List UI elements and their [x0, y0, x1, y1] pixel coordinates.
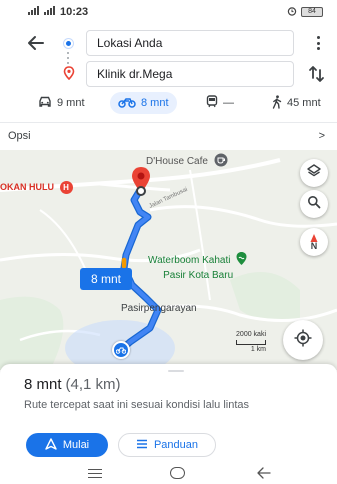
route-duration: 8 mnt [24, 376, 62, 393]
back-arrow-icon[interactable] [26, 33, 46, 53]
alarm-icon [287, 6, 297, 18]
options-row[interactable]: Opsi > [0, 122, 337, 148]
park-icon [235, 251, 248, 270]
map-view[interactable]: Jalan Tambusai D'House Cafe OKAN HULU H … [0, 150, 337, 370]
search-icon [307, 195, 321, 214]
route-summary: 8 mnt (4,1 km) [24, 376, 121, 393]
place-waterboom-label-2: Pasir Kota Baru [163, 270, 234, 281]
origin-input[interactable]: Lokasi Anda [86, 30, 294, 56]
scale-bottom-label: 1 km [250, 346, 266, 353]
place-hulu[interactable]: OKAN HULU H [0, 181, 73, 194]
compass-icon: N [310, 234, 318, 251]
mode-walk-label: 45 mnt [287, 97, 321, 109]
route-description: Rute tercepat saat ini sesuai kondisi la… [24, 399, 250, 411]
motorcycle-icon [118, 96, 136, 111]
mode-transit[interactable]: — [206, 92, 234, 114]
layers-button[interactable] [300, 159, 328, 187]
destination-pin-icon [62, 66, 76, 81]
compass-button[interactable]: N [300, 228, 328, 256]
mode-walk[interactable]: 45 mnt [272, 92, 321, 114]
start-navigation-label: Mulai [62, 439, 90, 451]
steps-label: Panduan [153, 439, 199, 451]
mode-car[interactable]: 9 mnt [38, 92, 85, 114]
origin-dot-icon [64, 39, 73, 48]
chevron-right-icon: > [318, 129, 325, 142]
layers-icon [306, 163, 322, 184]
list-icon [136, 439, 148, 452]
my-location-icon [294, 329, 312, 352]
destination-input[interactable]: Klinik dr.Mega [86, 61, 294, 87]
signal-icon-2 [44, 6, 56, 18]
system-nav-bar [0, 462, 337, 484]
route-end-dot [136, 186, 146, 196]
route-time-chip: 8 mnt [80, 268, 132, 290]
battery-icon: 84 [301, 7, 323, 17]
recent-apps-icon[interactable] [88, 469, 102, 478]
route-summary-sheet: 8 mnt (4,1 km) Rute tercepat saat ini ses… [0, 364, 337, 462]
status-bar: 10:23 84 [0, 0, 337, 24]
place-waterboom[interactable]: Waterboom Kahati Pasir Kota Baru [148, 251, 248, 282]
start-navigation-button[interactable]: Mulai [26, 433, 108, 457]
search-along-route-button[interactable] [300, 190, 328, 218]
navigation-arrow-icon [45, 437, 57, 453]
route-connector-icon [67, 52, 70, 64]
place-cafe[interactable]: D'House Cafe [146, 153, 228, 170]
steps-button[interactable]: Panduan [118, 433, 216, 457]
current-location-icon [112, 341, 130, 359]
home-icon[interactable] [170, 467, 185, 479]
map-scale: 2000 kaki 1 km [210, 330, 266, 355]
mode-car-label: 9 mnt [57, 97, 85, 109]
place-hulu-label: OKAN HULU [0, 181, 54, 192]
scale-top-label: 2000 kaki [236, 331, 266, 338]
mode-motorcycle[interactable]: 8 mnt [110, 92, 177, 114]
swap-icon[interactable] [308, 64, 326, 84]
mode-transit-label: — [223, 97, 234, 109]
place-pasirpengarayan: Pasirpengarayan [121, 303, 197, 314]
walk-icon [272, 94, 282, 112]
compass-north-label: N [310, 241, 318, 251]
cafe-icon [214, 153, 228, 170]
travel-modes: 9 mnt 8 mnt — 45 mnt [0, 92, 337, 114]
place-cafe-label: D'House Cafe [146, 156, 208, 168]
sheet-drag-handle[interactable] [168, 370, 184, 372]
route-distance: (4,1 km) [65, 376, 121, 393]
signal-icon [28, 6, 40, 18]
car-icon [38, 96, 52, 111]
status-time: 10:23 [60, 6, 89, 18]
mode-motorcycle-label: 8 mnt [141, 97, 169, 109]
hospital-icon: H [59, 181, 73, 194]
options-label: Opsi [8, 129, 31, 142]
more-options-icon[interactable] [312, 34, 324, 52]
my-location-button[interactable] [283, 320, 323, 360]
transit-icon [206, 95, 218, 111]
place-waterboom-label-1: Waterboom Kahati [148, 255, 231, 267]
nav-back-icon[interactable] [256, 465, 272, 481]
